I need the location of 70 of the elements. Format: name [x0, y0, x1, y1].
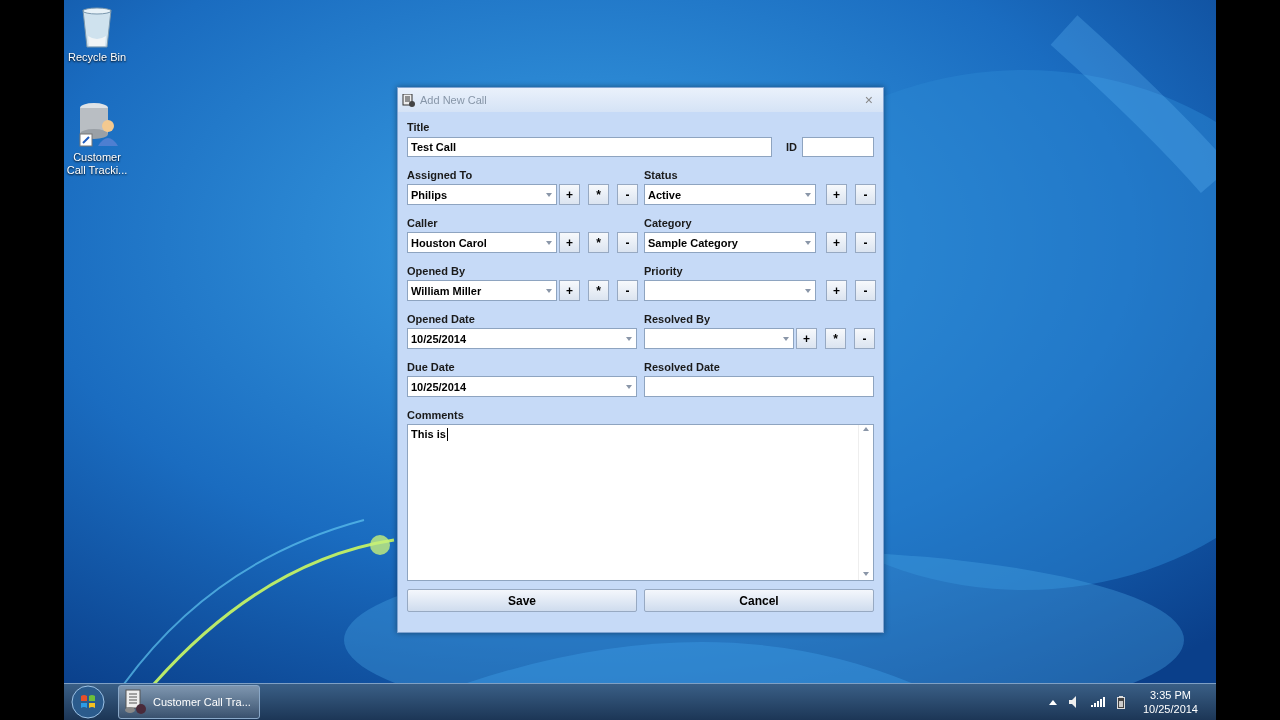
desktop-icon-label[interactable]: Customer Call Tracki...: [65, 151, 129, 177]
small-button[interactable]: -: [617, 232, 638, 253]
dropdown[interactable]: Houston Carol: [407, 232, 557, 253]
small-button[interactable]: +: [559, 232, 580, 253]
taskbar-button[interactable]: Customer Call Tra...: [118, 685, 260, 719]
scroll-up-icon[interactable]: [863, 427, 869, 431]
dropdown-arrow-icon: [546, 288, 552, 293]
field-label: Opened Date: [407, 312, 476, 326]
dropdown[interactable]: Active: [644, 184, 816, 205]
speaker-icon[interactable]: [1068, 696, 1079, 708]
field-label: Resolved Date: [644, 360, 721, 374]
clock-date: 10/25/2014: [1142, 702, 1198, 716]
dropdown-arrow-icon: [805, 288, 811, 293]
id-field[interactable]: [802, 136, 874, 157]
comments-field[interactable]: This is: [407, 424, 874, 581]
dialog-button[interactable]: Cancel: [644, 589, 874, 612]
field-label: Status: [644, 168, 679, 182]
field-label: Category: [644, 216, 693, 230]
signal-icon[interactable]: [1090, 697, 1105, 707]
dropdown-arrow-icon: [626, 384, 632, 389]
app-icon: [123, 689, 147, 715]
field-label: Priority: [644, 264, 684, 278]
title-field[interactable]: Test Call: [407, 136, 772, 157]
small-button[interactable]: +: [826, 184, 847, 205]
dropdown-arrow-icon: [546, 192, 552, 197]
small-button[interactable]: +: [559, 280, 580, 301]
small-button[interactable]: *: [588, 232, 609, 253]
app-icon: [402, 93, 415, 107]
scroll-down-icon[interactable]: [863, 572, 869, 576]
date-picker[interactable]: 10/25/2014: [407, 376, 637, 397]
start-button-icon[interactable]: [70, 684, 106, 720]
small-button[interactable]: -: [855, 280, 876, 301]
dropdown[interactable]: Sample Category: [644, 232, 816, 253]
field-label: Title: [407, 120, 431, 134]
dropdown[interactable]: [644, 280, 816, 301]
dropdown-arrow-icon: [783, 336, 789, 341]
small-button[interactable]: *: [825, 328, 846, 349]
field-label: Assigned To: [407, 168, 474, 182]
field-label: ID: [786, 139, 797, 154]
small-button[interactable]: -: [617, 280, 638, 301]
dropdown[interactable]: Philips: [407, 184, 557, 205]
small-button[interactable]: *: [588, 184, 609, 205]
clock-time: 3:35 PM: [1150, 688, 1191, 702]
small-button[interactable]: -: [855, 184, 876, 205]
text-field[interactable]: [644, 376, 874, 397]
dropdown-arrow-icon: [805, 240, 811, 245]
small-button[interactable]: +: [826, 280, 847, 301]
dropdown-arrow-icon: [626, 336, 632, 341]
show-hidden-icons-icon[interactable]: [1048, 699, 1057, 705]
desktop-icon-label[interactable]: Recycle Bin: [65, 51, 129, 64]
field-label: Caller: [407, 216, 439, 230]
battery-icon[interactable]: [1116, 695, 1125, 709]
small-button[interactable]: -: [855, 232, 876, 253]
dropdown-arrow-icon: [546, 240, 552, 245]
small-button[interactable]: -: [854, 328, 875, 349]
small-button[interactable]: +: [826, 232, 847, 253]
field-label: Due Date: [407, 360, 456, 374]
dropdown-arrow-icon: [805, 192, 811, 197]
dialog-button[interactable]: Save: [407, 589, 637, 612]
field-label: Comments: [407, 408, 465, 422]
small-button[interactable]: +: [796, 328, 817, 349]
small-button[interactable]: -: [617, 184, 638, 205]
dropdown[interactable]: [644, 328, 794, 349]
window-title: Add New Call: [420, 94, 488, 106]
small-button[interactable]: +: [559, 184, 580, 205]
date-picker[interactable]: 10/25/2014: [407, 328, 637, 349]
field-label: Resolved By: [644, 312, 712, 326]
small-button[interactable]: *: [588, 280, 609, 301]
dropdown[interactable]: William Miller: [407, 280, 557, 301]
field-label: Opened By: [407, 264, 467, 278]
